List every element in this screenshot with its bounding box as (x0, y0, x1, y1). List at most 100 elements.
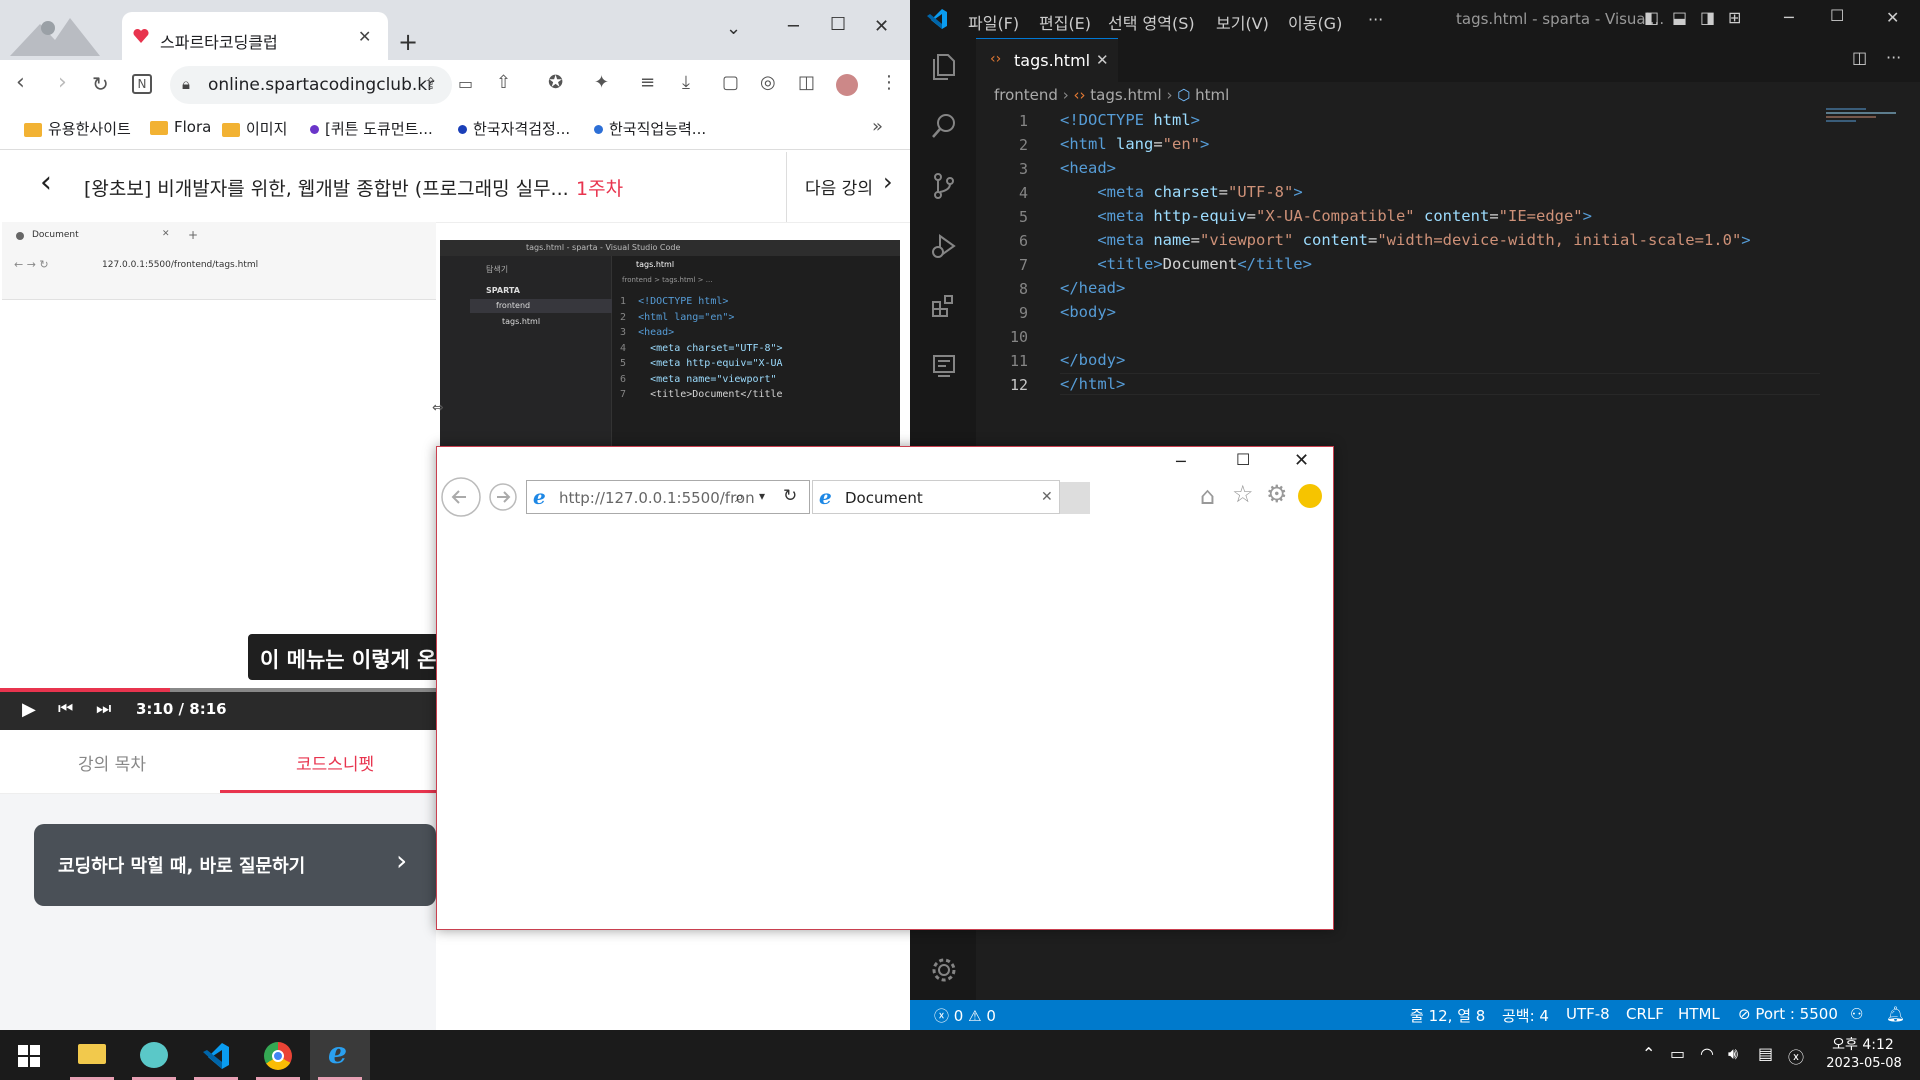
extension-pin-icon[interactable]: ✪ (548, 72, 563, 93)
menu-file[interactable]: 파일(F) (968, 10, 1019, 34)
explorer-icon[interactable] (930, 52, 958, 80)
cursor-position[interactable]: 줄 12, 열 8 (1410, 1005, 1485, 1026)
notifications-icon[interactable]: 🔔︎ (1886, 1005, 1905, 1023)
notion-extension-icon[interactable]: N (132, 74, 152, 94)
puzzle-icon[interactable]: ✦ (594, 72, 609, 93)
code-line[interactable]: <head> (1060, 159, 1116, 177)
notification-center-icon[interactable]: ⓧ (1788, 1044, 1804, 1068)
close-tab-icon[interactable]: ✕ (1041, 489, 1053, 505)
upload-icon[interactable]: ⇧ (496, 72, 511, 93)
tab-table-of-contents[interactable]: 강의 목차 (78, 750, 146, 775)
search-icon[interactable] (930, 112, 958, 140)
indentation[interactable]: 공백: 4 (1502, 1005, 1549, 1026)
refresh-icon[interactable]: ↻ (783, 486, 797, 506)
vscode-maximize-button[interactable]: ☐ (1830, 6, 1844, 25)
menu-go[interactable]: 이동(G) (1288, 10, 1342, 34)
bookmark-item[interactable]: 한국자격검정... (458, 118, 570, 139)
bookmark-item[interactable]: 유용한사이트 (24, 118, 131, 139)
language-mode[interactable]: HTML (1678, 1005, 1720, 1023)
live-server-port[interactable]: ⊘ Port : 5500 (1738, 1005, 1838, 1023)
taskbar-file-explorer[interactable] (62, 1030, 122, 1080)
minimap[interactable] (1826, 108, 1906, 130)
accounts-icon[interactable]: ⚇ (1850, 1005, 1863, 1023)
problems-indicator[interactable]: ⓧ 0 ⚠ 0 (934, 1005, 996, 1026)
next-icon[interactable]: ⏭ (96, 699, 111, 719)
omnibox[interactable]: 🔒︎ online.spartacodingclub.kr (170, 66, 452, 104)
editor-tab-tags-html[interactable]: ‹› tags.html ✕ (976, 38, 1118, 82)
run-debug-icon[interactable] (930, 232, 958, 260)
code-line[interactable]: </head> (1060, 279, 1125, 297)
ask-question-button[interactable]: 코딩하다 막힐 때, 바로 질문하기 › (34, 824, 436, 906)
more-actions-icon[interactable]: ··· (1886, 48, 1901, 67)
close-tab-icon[interactable]: ✕ (358, 27, 371, 46)
ie-forward-icon[interactable] (488, 482, 518, 512)
tab-code-snippet[interactable]: 코드스니펫 (296, 750, 374, 775)
code-line[interactable]: <body> (1060, 303, 1116, 321)
tab-search-icon[interactable]: ⌄ (726, 18, 741, 39)
dropdown-icon[interactable]: ▾ (759, 489, 765, 503)
toggle-secondary-sidebar-icon[interactable]: ◨ (1700, 8, 1715, 27)
code-line[interactable]: <!DOCTYPE html> (1060, 111, 1200, 129)
ie-address-bar[interactable]: ℯ http://127.0.0.1:5500/fron ⌕ ▾ ↻ (526, 480, 810, 514)
taskbar-date[interactable]: 2023-05-08 (1818, 1056, 1910, 1071)
encoding[interactable]: UTF-8 (1566, 1005, 1610, 1023)
favorites-star-icon[interactable]: ☆ (1232, 480, 1254, 508)
screenshot-icon[interactable]: ◎ (760, 72, 776, 93)
reload-button[interactable]: ↻ (92, 72, 109, 96)
wifi-icon[interactable]: ◠ (1700, 1044, 1714, 1063)
battery-icon[interactable]: ▭ (1670, 1044, 1685, 1063)
download-icon[interactable]: ⤓ (682, 72, 690, 93)
chrome-tab-active[interactable]: 스파르타코딩클럽 ✕ (122, 12, 388, 60)
reading-list-icon[interactable]: ≡ (640, 72, 655, 93)
vscode-close-button[interactable]: ✕ (1886, 8, 1899, 27)
profile-avatar[interactable] (836, 74, 858, 96)
back-button[interactable]: ‹ (16, 70, 25, 95)
tools-gear-icon[interactable]: ⚙ (1266, 480, 1288, 508)
breadcrumb-folder[interactable]: frontend (994, 86, 1058, 104)
taskbar-chrome[interactable] (248, 1030, 308, 1080)
toggle-panel-icon[interactable]: ⬓ (1672, 8, 1687, 27)
extensions-icon[interactable] (930, 292, 958, 320)
ie-close-button[interactable]: ✕ (1294, 450, 1309, 471)
menu-edit[interactable]: 편집(E) (1039, 10, 1091, 34)
menu-selection[interactable]: 선택 영역(S) (1108, 10, 1195, 34)
bookmark-item[interactable]: 한국직업능력... (594, 118, 706, 139)
share-icon[interactable]: ⇪ (424, 74, 437, 93)
menu-more[interactable]: ··· (1368, 10, 1383, 29)
end-of-line[interactable]: CRLF (1626, 1005, 1664, 1023)
taskbar-time[interactable]: 오후 4:12 (1828, 1034, 1898, 1054)
taskbar-vscode[interactable] (186, 1030, 246, 1080)
code-line[interactable]: <title>Document</title> (1060, 255, 1312, 273)
bookmark-item[interactable]: Flora (150, 118, 211, 136)
bookmark-item[interactable]: [퀴튼 도큐먼트... (310, 118, 433, 139)
forward-button[interactable]: › (58, 70, 67, 95)
code-line[interactable]: <meta http-equiv="X-UA-Compatible" conte… (1060, 207, 1592, 225)
settings-gear-icon[interactable] (930, 956, 958, 984)
taskbar-bird-app[interactable] (124, 1030, 184, 1080)
side-panel-icon[interactable]: ◫ (798, 72, 815, 93)
code-line[interactable]: <meta name="viewport" content="width=dev… (1060, 231, 1750, 249)
code-line[interactable]: <html lang="en"> (1060, 135, 1209, 153)
menu-view[interactable]: 보기(V) (1216, 10, 1269, 34)
record-icon[interactable]: ▢ (722, 72, 739, 93)
next-lecture-button[interactable]: 다음 강의 › (786, 152, 910, 222)
previous-icon[interactable]: ⏮ (58, 699, 73, 719)
show-hidden-icons[interactable]: ⌃ (1642, 1044, 1655, 1063)
taskbar-internet-explorer[interactable]: ℯ (310, 1030, 370, 1080)
play-icon[interactable]: ▶ (22, 699, 36, 720)
ie-back-icon[interactable] (440, 476, 482, 518)
remote-explorer-icon[interactable] (930, 352, 958, 380)
more-bookmarks-icon[interactable]: » (872, 116, 883, 137)
maximize-button[interactable]: ☐ (830, 14, 846, 35)
search-icon[interactable]: ⌕ (735, 487, 744, 507)
code-line[interactable]: </body> (1060, 351, 1125, 369)
home-icon[interactable]: ⌂ (1200, 482, 1215, 510)
ie-minimize-button[interactable]: ─ (1176, 452, 1186, 471)
bookmark-item[interactable]: 이미지 (222, 118, 287, 139)
customize-layout-icon[interactable]: ⊞ (1728, 8, 1741, 27)
start-windows-icon[interactable] (18, 1045, 40, 1067)
cast-icon[interactable]: ▭ (458, 74, 473, 93)
breadcrumb-file[interactable]: tags.html (1090, 86, 1161, 104)
feedback-smiley-icon[interactable] (1298, 484, 1322, 508)
ie-tab[interactable]: ℯ Document ✕ (812, 480, 1060, 514)
